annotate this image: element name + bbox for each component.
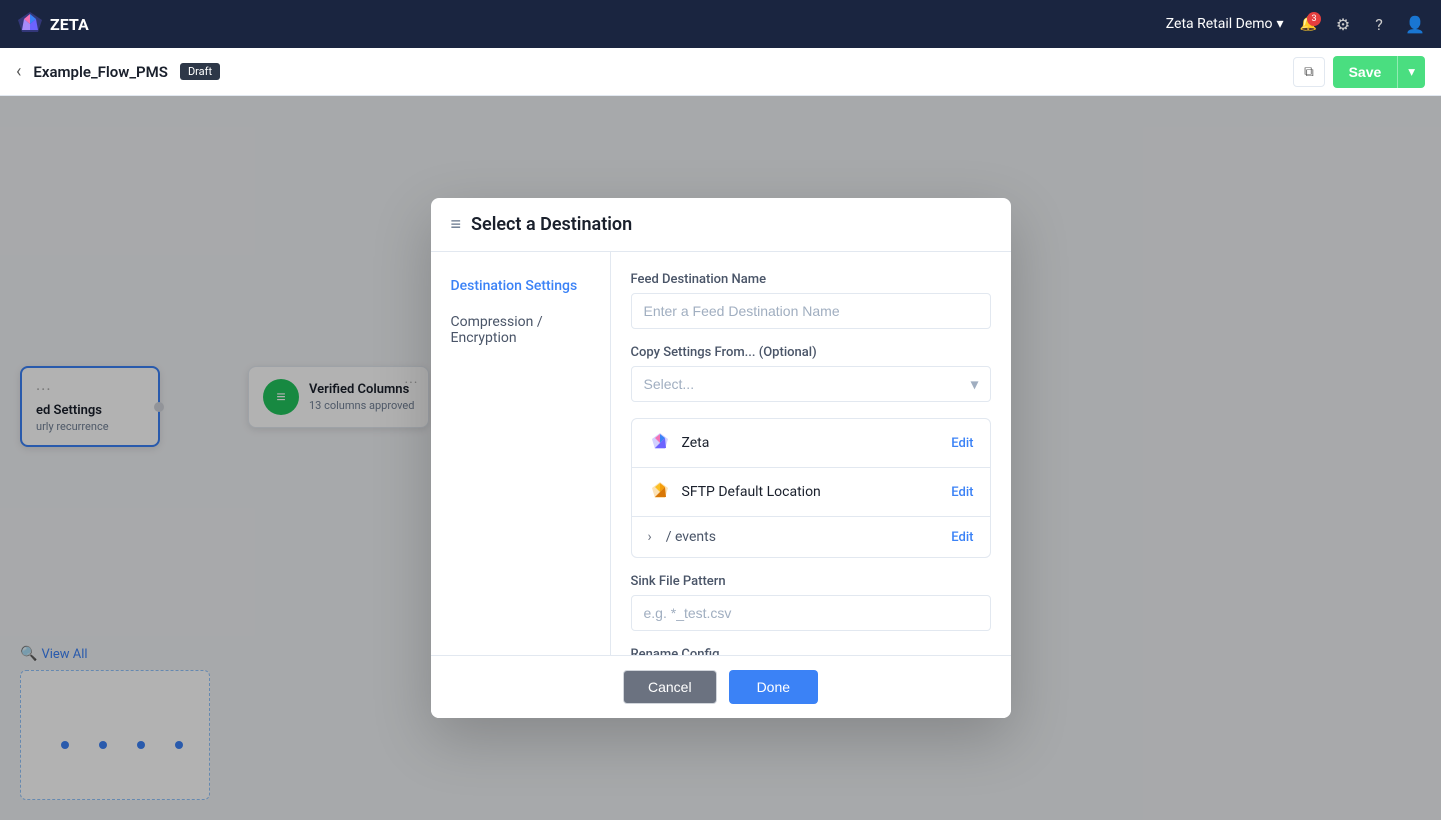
profile-icon[interactable]: 👤 <box>1405 14 1425 34</box>
cancel-button[interactable]: Cancel <box>623 670 717 704</box>
sidebar-destination-settings-label: Destination Settings <box>451 278 578 294</box>
modal-overlay: ≡ Select a Destination Destination Setti… <box>0 96 1441 820</box>
save-dropdown-button[interactable]: ▾ <box>1397 56 1425 88</box>
copy-settings-field-group: Copy Settings From... (Optional) Select.… <box>631 345 991 402</box>
feed-name-input[interactable] <box>631 293 991 329</box>
user-menu[interactable]: Zeta Retail Demo ▾ <box>1166 16 1284 32</box>
draft-badge: Draft <box>180 63 220 80</box>
nav-left: ZETA <box>16 10 89 38</box>
sink-file-pattern-input[interactable] <box>631 595 991 631</box>
sftp-dest-name: SFTP Default Location <box>682 484 942 500</box>
sink-file-pattern-label: Sink File Pattern <box>631 574 991 589</box>
done-button[interactable]: Done <box>729 670 818 704</box>
modal-footer: Cancel Done <box>431 655 1011 718</box>
copy-settings-select[interactable]: Select... <box>631 366 991 402</box>
save-button[interactable]: Save <box>1333 56 1398 88</box>
user-chevron: ▾ <box>1277 16 1284 32</box>
zeta-dest-name: Zeta <box>682 435 942 451</box>
nav-right: Zeta Retail Demo ▾ 🔔 3 ⚙ ? 👤 <box>1166 14 1425 34</box>
sub-nav-right: ⧉ Save ▾ <box>1293 56 1425 88</box>
modal-header: ≡ Select a Destination <box>431 198 1011 252</box>
sub-nav: ‹ Example_Flow_PMS Draft ⧉ Save ▾ <box>0 48 1441 96</box>
zeta-edit-button[interactable]: Edit <box>951 436 973 451</box>
sidebar-item-compression-encryption[interactable]: Compression / Encryption <box>431 304 610 356</box>
rename-config-field-group: Rename Config <box>631 647 991 655</box>
user-name: Zeta Retail Demo <box>1166 16 1273 32</box>
save-button-group: Save ▾ <box>1333 56 1425 88</box>
destination-item-sftp: SFTP Default Location Edit <box>632 468 990 517</box>
feed-name-label: Feed Destination Name <box>631 272 991 287</box>
destinations-list: Zeta Edit SFTP Default Location Edit <box>631 418 991 558</box>
events-chevron-icon: › <box>648 529 652 545</box>
brand-name: ZETA <box>50 15 89 34</box>
events-path: / events <box>666 529 942 545</box>
sftp-edit-button[interactable]: Edit <box>951 485 973 500</box>
help-icon[interactable]: ? <box>1369 14 1389 34</box>
events-edit-button[interactable]: Edit <box>951 530 973 545</box>
flow-name: Example_Flow_PMS <box>33 63 168 81</box>
sidebar-compression-label: Compression / Encryption <box>451 314 543 346</box>
top-nav: ZETA Zeta Retail Demo ▾ 🔔 3 ⚙ ? 👤 <box>0 0 1441 48</box>
copy-settings-select-wrapper: Select... ▾ <box>631 366 991 402</box>
sidebar-item-destination-settings[interactable]: Destination Settings <box>431 268 610 304</box>
notifications-button[interactable]: 🔔 3 <box>1300 16 1317 32</box>
modal-sidebar: Destination Settings Compression / Encry… <box>431 252 611 655</box>
destination-item-events: › / events Edit <box>632 517 990 557</box>
back-button[interactable]: ‹ <box>16 61 21 82</box>
zeta-logo-icon <box>16 10 44 38</box>
modal-header-icon: ≡ <box>451 214 462 235</box>
copy-settings-label: Copy Settings From... (Optional) <box>631 345 991 360</box>
zeta-logo: ZETA <box>16 10 89 38</box>
destination-item-zeta: Zeta Edit <box>632 419 990 468</box>
settings-icon[interactable]: ⚙ <box>1333 14 1353 34</box>
select-destination-modal: ≡ Select a Destination Destination Setti… <box>431 198 1011 718</box>
sftp-dest-icon <box>648 480 672 504</box>
copy-icon: ⧉ <box>1304 64 1314 79</box>
modal-body: Destination Settings Compression / Encry… <box>431 252 1011 655</box>
sink-file-pattern-field-group: Sink File Pattern <box>631 574 991 631</box>
modal-title: Select a Destination <box>471 214 632 235</box>
modal-content: Feed Destination Name Copy Settings From… <box>611 252 1011 655</box>
zeta-dest-icon <box>648 431 672 455</box>
copy-button[interactable]: ⧉ <box>1293 57 1325 87</box>
sub-nav-left: ‹ Example_Flow_PMS Draft <box>16 61 220 82</box>
rename-config-label: Rename Config <box>631 647 991 655</box>
feed-name-field-group: Feed Destination Name <box>631 272 991 329</box>
notification-badge: 3 <box>1307 12 1321 26</box>
